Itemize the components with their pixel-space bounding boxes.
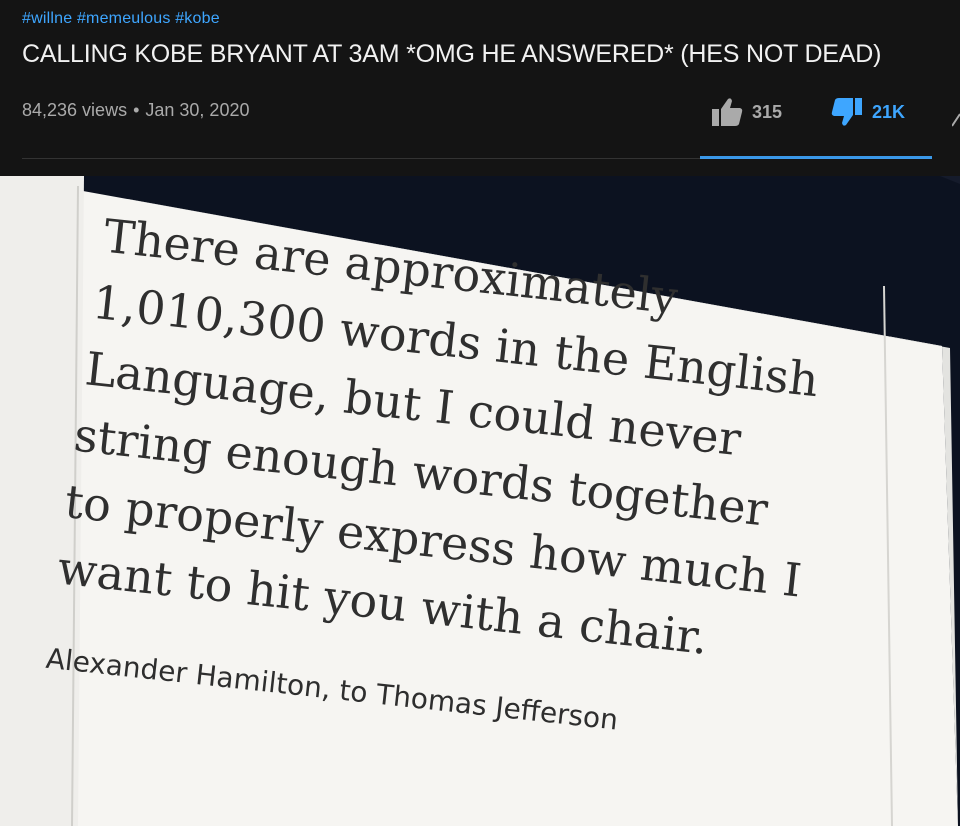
upload-date: Jan 30, 2020: [145, 100, 250, 120]
hashtags-link[interactable]: #willne #memeulous #kobe: [22, 10, 220, 28]
dislike-button[interactable]: 21K: [830, 96, 905, 128]
sentiment-bar: [700, 156, 932, 159]
video-info-header: #willne #memeulous #kobe CALLING KOBE BR…: [0, 0, 960, 176]
quote-photo: There are approximately 1,010,300 words …: [0, 176, 960, 826]
view-count: 84,236 views: [22, 100, 128, 120]
video-meta: 84,236 views • Jan 30, 2020: [22, 100, 249, 121]
poster-svg: There are approximately 1,010,300 words …: [0, 176, 960, 826]
like-count: 315: [752, 101, 783, 122]
quote-poster: There are approximately 1,010,300 words …: [0, 176, 960, 826]
thumbs-down-icon: [830, 96, 864, 128]
like-button[interactable]: 315: [710, 96, 782, 128]
share-icon[interactable]: [951, 108, 960, 128]
thumbs-up-icon: [710, 96, 744, 128]
video-title: CALLING KOBE BRYANT AT 3AM *OMG HE ANSWE…: [22, 40, 882, 68]
dislike-count: 21K: [872, 101, 906, 122]
rating-actions: 315 21K: [700, 96, 960, 136]
meta-separator: •: [133, 100, 140, 120]
